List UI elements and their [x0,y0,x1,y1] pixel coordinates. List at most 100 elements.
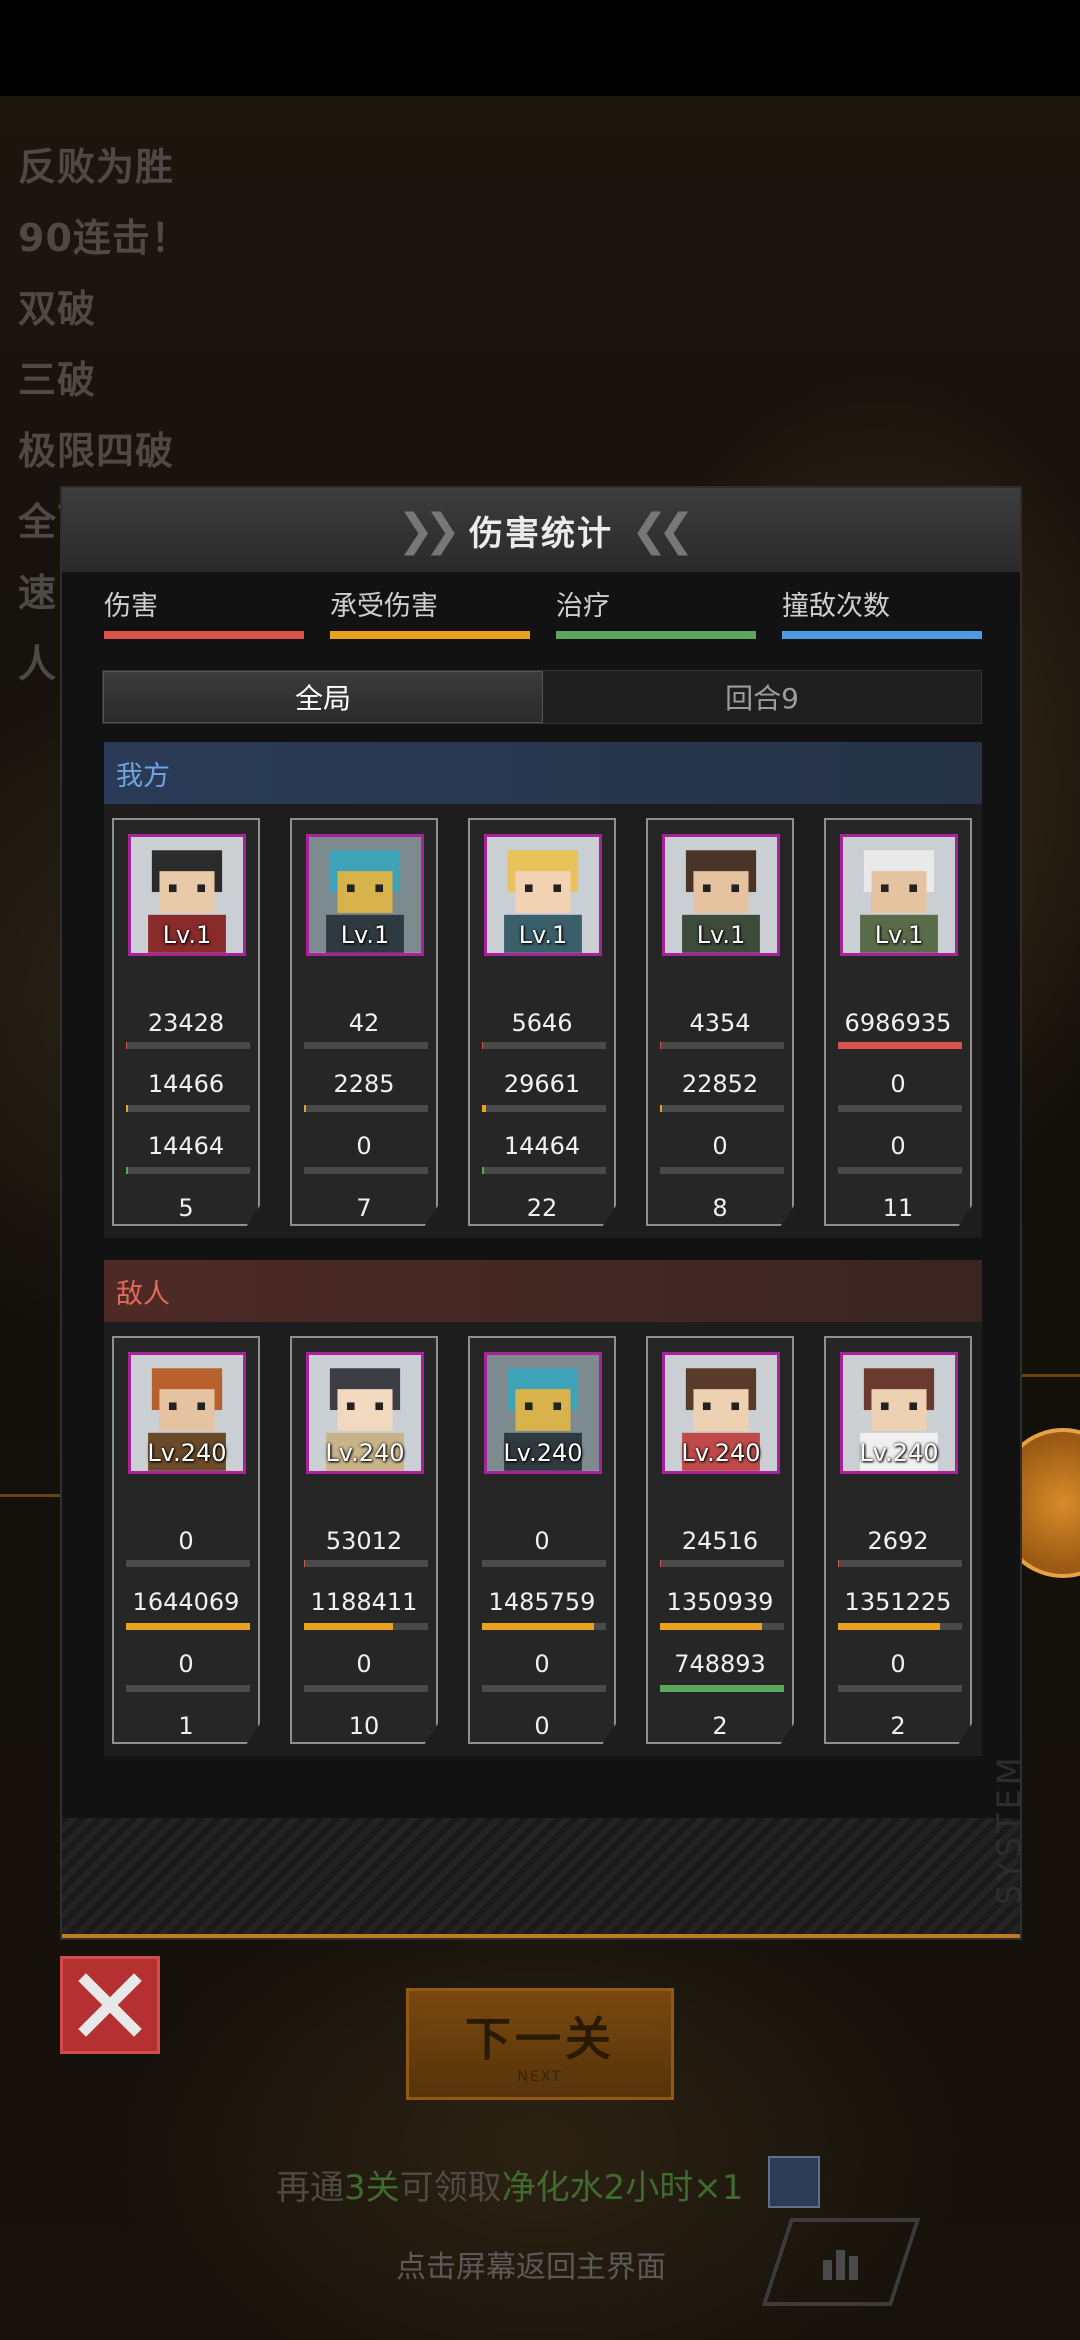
combo-item: 90连击！ [18,216,190,260]
stat-bar-taken [660,1622,784,1630]
stat-bar-heal [126,1685,250,1692]
our-side-cards: Lv.1 23428 14466 14464 5 Lv.1 42 2285 0 7 Lv.1 56… [104,804,982,1236]
stat-bar-taken [482,1622,606,1630]
stat-hits: 2 [712,1712,728,1741]
stat-bar-hits [660,1747,784,1754]
close-button[interactable] [60,1956,160,2054]
unit-card[interactable]: Lv.1 23428 14466 14464 5 [112,818,260,1226]
stat-bar-fill [838,1747,849,1754]
stat-bar-heal [838,1685,962,1692]
blonde-pilot-icon: Lv.1 [484,834,602,956]
stat-heal: 0 [356,1132,372,1160]
stat-bar-damage [660,1560,784,1568]
legend-label: 伤害 [104,591,158,622]
reward-progress-text: 再通3关可领取净化水2小时×1 [276,2160,743,2209]
stat-bar-hits [126,1229,250,1236]
stat-bar-damage [126,1560,250,1568]
stat-damage: 6986935 [844,1008,952,1037]
stat-bar-fill [304,1622,394,1630]
stat-bar-damage [482,1042,606,1050]
tab-round-9[interactable]: 回合9 [543,671,981,723]
stat-bar-taken [304,1622,428,1630]
legend-label: 撞敌次数 [782,591,890,622]
stat-bar-heal [660,1167,784,1174]
stat-bar-taken [304,1104,428,1112]
stat-legend: 伤害 承受伤害 治疗 撞敌次数 [104,584,982,639]
unit-level: Lv.1 [340,921,390,949]
stat-bar-heal [304,1167,428,1174]
reward-text: 再通 [276,2168,344,2208]
hooded-girl-icon: Lv.240 [306,1352,424,1474]
stat-bar-fill [482,1167,485,1174]
unit-card[interactable]: Lv.240 24516 1350939 748893 2 [646,1336,794,1744]
stat-heal: 0 [890,1650,906,1678]
damage-stats-modal: ❯❯ 伤害统计 ❮❮ 伤害 承受伤害 治疗 撞敌次数 全局 回合9 我方 Lv.… [60,486,1022,1940]
stat-bar-heal [660,1685,784,1692]
next-stage-button[interactable]: 下一关 NEXT [406,1988,674,2100]
stat-bar-damage [838,1560,962,1568]
stat-taken: 29661 [503,1069,581,1098]
unit-card[interactable]: Lv.240 0 1644069 0 1 [112,1336,260,1744]
stat-bar-fill [838,1229,900,1236]
stat-bar-taken [838,1622,962,1630]
return-hint: 点击屏幕返回主界面 [396,2250,666,2285]
stat-bar-fill [482,1622,594,1630]
stat-bar-damage [838,1042,962,1050]
chevron-left-icon: ❮❮ [631,504,695,556]
unit-card[interactable]: Lv.1 4354 22852 0 8 [646,818,794,1226]
stat-taken: 2285 [333,1069,395,1098]
unit-card[interactable]: Lv.1 5646 29661 14464 22 [468,818,616,1226]
stat-bar-hits [660,1229,784,1236]
unit-card[interactable]: Lv.240 0 1485759 0 0 [468,1336,616,1744]
stat-bar-damage [304,1560,428,1568]
stat-taken: 1485759 [488,1587,596,1616]
unit-card[interactable]: Lv.240 2692 1351225 0 2 [824,1336,972,1744]
stat-bar-fill [304,1104,307,1112]
stat-bar-fill [304,1747,360,1754]
robot-mech-icon: Lv.1 [306,834,424,956]
legend-damage: 伤害 [104,584,304,639]
stat-hits: 10 [348,1712,380,1741]
stat-bar-fill [660,1104,663,1112]
stat-bar-taken [838,1104,962,1112]
combo-item: 反败为胜 [18,145,175,189]
stat-bar-fill [660,1685,784,1692]
stat-heal: 0 [890,1132,906,1160]
stat-heal: 0 [356,1650,372,1678]
stat-bar-fill [126,1622,250,1630]
stat-taken: 1351225 [844,1587,952,1616]
enemy-header: 敌人 [104,1260,982,1322]
stat-bar-heal [482,1685,606,1692]
stat-bar-fill [482,1229,606,1236]
unit-card[interactable]: Lv.1 42 2285 0 7 [290,818,438,1226]
stat-bar-fill [304,1229,344,1236]
modal-header: ❯❯ 伤害统计 ❮❮ [62,488,1020,572]
stat-damage: 0 [534,1526,550,1555]
background-orange-line [1022,1374,1080,1377]
legend-color-bar [330,631,530,639]
close-icon [78,1973,142,2037]
stat-damage: 23428 [147,1008,225,1037]
stat-bar-fill [838,1042,962,1050]
legend-ram-count: 撞敌次数 [782,584,982,639]
purified-water-icon [768,2156,820,2208]
unit-card[interactable]: Lv.1 6986935 0 0 11 [824,818,972,1226]
unit-level: Lv.1 [874,921,924,949]
brunette-medic-icon: Lv.240 [662,1352,780,1474]
our-side-header: 我方 [104,742,982,804]
stat-bar-taken [660,1104,784,1112]
tab-overall[interactable]: 全局 [103,671,543,723]
unit-card[interactable]: Lv.240 53012 1188411 0 10 [290,1336,438,1744]
stat-taken: 14466 [147,1069,225,1098]
stat-bar-damage [304,1042,428,1050]
stat-taken: 1350939 [666,1587,774,1616]
combo-item: 极限四破 [18,429,175,473]
stat-hits: 5 [178,1194,194,1223]
stat-damage: 24516 [681,1526,759,1555]
stat-bar-taken [126,1622,250,1630]
stat-bar-heal [838,1167,962,1174]
stat-heal: 14464 [147,1132,225,1160]
dark-hair-soldier-icon: Lv.1 [662,834,780,956]
stat-bar-taken [126,1104,250,1112]
unit-level: Lv.1 [518,921,568,949]
